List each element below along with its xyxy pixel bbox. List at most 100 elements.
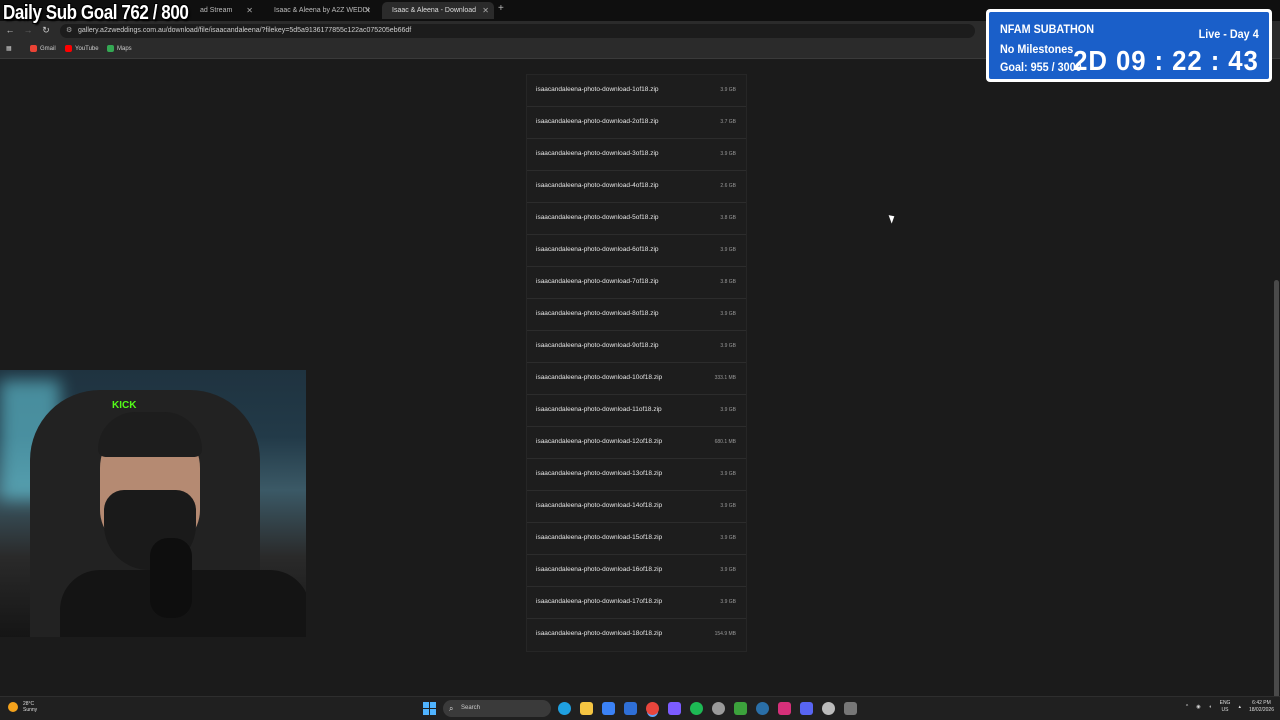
close-icon[interactable]: ✕ xyxy=(246,2,253,19)
taskbar-search[interactable]: ⌕ Search xyxy=(443,700,551,717)
forward-icon[interactable]: → xyxy=(22,25,34,35)
file-row[interactable]: isaacandaleena-photo-download-8of18.zip 3… xyxy=(527,299,746,331)
youtube-icon xyxy=(65,45,72,52)
file-row[interactable]: isaacandaleena-photo-download-1of18.zip 3… xyxy=(527,75,746,107)
bookmark-label: YouTube xyxy=(75,45,99,52)
daily-sub-goal-overlay: Daily Sub Goal 762 / 800 xyxy=(3,2,189,24)
file-size: 3.9 GB xyxy=(720,599,736,605)
file-name[interactable]: isaacandaleena-photo-download-12of18.zip xyxy=(536,438,662,445)
file-row[interactable]: isaacandaleena-photo-download-10of18.zip… xyxy=(527,363,746,395)
chrome-icon[interactable] xyxy=(646,702,659,715)
file-name[interactable]: isaacandaleena-photo-download-13of18.zip xyxy=(536,470,662,477)
weather-condition: Sunny xyxy=(23,707,38,713)
file-name[interactable]: isaacandaleena-photo-download-6of18.zip xyxy=(536,246,659,253)
apps-icon[interactable]: ▦ xyxy=(6,45,12,52)
file-size: 3.9 GB xyxy=(720,471,736,477)
subathon-overlay: NFAM SUBATHON Live - Day 4 No Milestones… xyxy=(986,9,1272,82)
file-row[interactable]: isaacandaleena-photo-download-9of18.zip 3… xyxy=(527,331,746,363)
file-row[interactable]: isaacandaleena-photo-download-6of18.zip 3… xyxy=(527,235,746,267)
discord-icon[interactable] xyxy=(800,702,813,715)
file-name[interactable]: isaacandaleena-photo-download-3of18.zip xyxy=(536,150,659,157)
file-name[interactable]: isaacandaleena-photo-download-17of18.zip xyxy=(536,598,662,605)
file-name[interactable]: isaacandaleena-photo-download-18of18.zip xyxy=(536,630,662,637)
page-scrollbar[interactable] xyxy=(1274,280,1279,720)
bookmark-youtube[interactable]: YouTube xyxy=(65,45,99,52)
app2-icon[interactable] xyxy=(822,702,835,715)
taskbar-clock[interactable]: 6:42 PM 18/02/2026 xyxy=(1249,700,1274,714)
file-row[interactable]: isaacandaleena-photo-download-18of18.zip… xyxy=(527,619,746,651)
file-name[interactable]: isaacandaleena-photo-download-7of18.zip xyxy=(536,278,659,285)
speaker-icon[interactable]: ◖ xyxy=(1209,704,1212,710)
maps-icon xyxy=(107,45,114,52)
network-icon[interactable]: ◉ xyxy=(1196,704,1200,710)
file-name[interactable]: isaacandaleena-photo-download-11of18.zip xyxy=(536,406,662,413)
file-name[interactable]: isaacandaleena-photo-download-16of18.zip xyxy=(536,566,662,573)
file-name[interactable]: isaacandaleena-photo-download-4of18.zip xyxy=(536,182,659,189)
spotify-icon[interactable] xyxy=(690,702,703,715)
tab-label: ad Stream xyxy=(200,7,233,14)
address-bar[interactable]: ⚙ gallery.a2zweddings.com.au/download/fi… xyxy=(60,24,975,38)
file-row[interactable]: isaacandaleena-photo-download-12of18.zip… xyxy=(527,427,746,459)
file-size: 3.9 GB xyxy=(720,311,736,317)
new-tab-button[interactable]: + xyxy=(498,3,504,14)
file-row[interactable]: isaacandaleena-photo-download-13of18.zip… xyxy=(527,459,746,491)
tab-stream[interactable]: ad Stream ✕ xyxy=(190,2,258,19)
snipping-icon[interactable] xyxy=(844,702,857,715)
chevron-up-icon[interactable]: ^ xyxy=(1186,704,1188,710)
file-name[interactable]: isaacandaleena-photo-download-2of18.zip xyxy=(536,118,659,125)
file-row[interactable]: isaacandaleena-photo-download-17of18.zip… xyxy=(527,587,746,619)
file-row[interactable]: isaacandaleena-photo-download-15of18.zip… xyxy=(527,523,746,555)
file-name[interactable]: isaacandaleena-photo-download-5of18.zip xyxy=(536,214,659,221)
back-icon[interactable]: ← xyxy=(4,25,16,35)
mouse-cursor-icon xyxy=(888,213,897,224)
file-explorer-icon[interactable] xyxy=(580,702,593,715)
file-name[interactable]: isaacandaleena-photo-download-15of18.zip xyxy=(536,534,662,541)
weather-widget[interactable]: 28°C Sunny xyxy=(8,701,37,713)
file-name[interactable]: isaacandaleena-photo-download-10of18.zip xyxy=(536,374,662,381)
download-file-list: isaacandaleena-photo-download-1of18.zip 3… xyxy=(526,74,747,652)
steam-icon[interactable] xyxy=(756,702,769,715)
file-size: 3.8 GB xyxy=(720,215,736,221)
store-icon[interactable] xyxy=(602,702,615,715)
search-placeholder: Search xyxy=(461,705,481,711)
bookmark-gmail[interactable]: Gmail xyxy=(30,45,56,52)
mail-icon[interactable] xyxy=(624,702,637,715)
tab-label: Isaac & Aleena - Download xyxy=(392,7,477,14)
file-name[interactable]: isaacandaleena-photo-download-14of18.zip xyxy=(536,502,662,509)
file-row[interactable]: isaacandaleena-photo-download-7of18.zip 3… xyxy=(527,267,746,299)
xbox-icon[interactable] xyxy=(734,702,747,715)
clock-date: 18/02/2026 xyxy=(1248,707,1274,713)
gmail-icon xyxy=(30,45,37,52)
edge-icon[interactable] xyxy=(558,702,571,715)
file-name[interactable]: isaacandaleena-photo-download-9of18.zip xyxy=(536,342,659,349)
file-row[interactable]: isaacandaleena-photo-download-14of18.zip… xyxy=(527,491,746,523)
file-row[interactable]: isaacandaleena-photo-download-4of18.zip 2… xyxy=(527,171,746,203)
file-name[interactable]: isaacandaleena-photo-download-8of18.zip xyxy=(536,310,659,317)
clock-time: 6:42 PM xyxy=(1252,700,1271,706)
reload-icon[interactable]: ↻ xyxy=(40,25,52,36)
bookmark-maps[interactable]: Maps xyxy=(107,45,132,52)
file-name[interactable]: isaacandaleena-photo-download-1of18.zip xyxy=(536,86,659,93)
wifi-icon[interactable]: ▴ xyxy=(1238,704,1241,710)
webcam-feed: KICK xyxy=(0,370,306,637)
instagram-icon[interactable] xyxy=(778,702,791,715)
system-tray: ^ ◉ ◖ ENG US ▴ 6:42 PM 18/02/2026 xyxy=(1186,700,1274,714)
subathon-title: NFAM SUBATHON xyxy=(1000,22,1094,36)
obs-icon[interactable] xyxy=(712,702,725,715)
site-info-icon[interactable]: ⚙ xyxy=(66,24,72,38)
app-icon[interactable] xyxy=(668,702,681,715)
file-size: 3.7 GB xyxy=(720,119,736,125)
file-row[interactable]: isaacandaleena-photo-download-2of18.zip 3… xyxy=(527,107,746,139)
file-row[interactable]: isaacandaleena-photo-download-16of18.zip… xyxy=(527,555,746,587)
file-row[interactable]: isaacandaleena-photo-download-11of18.zip… xyxy=(527,395,746,427)
screen: ad Stream ✕ Isaac & Aleena by A2Z WEDDI … xyxy=(0,0,1280,720)
file-row[interactable]: isaacandaleena-photo-download-5of18.zip 3… xyxy=(527,203,746,235)
close-icon[interactable]: ✕ xyxy=(364,2,371,19)
tab-gallery[interactable]: Isaac & Aleena by A2Z WEDDI ✕ xyxy=(264,2,376,19)
close-icon[interactable]: ✕ xyxy=(482,2,489,19)
start-button[interactable] xyxy=(423,702,436,715)
file-size: 3.9 GB xyxy=(720,407,736,413)
file-row[interactable]: isaacandaleena-photo-download-3of18.zip 3… xyxy=(527,139,746,171)
tab-download[interactable]: Isaac & Aleena - Download ✕ xyxy=(382,2,494,19)
language-indicator[interactable]: ENG US xyxy=(1220,700,1231,714)
